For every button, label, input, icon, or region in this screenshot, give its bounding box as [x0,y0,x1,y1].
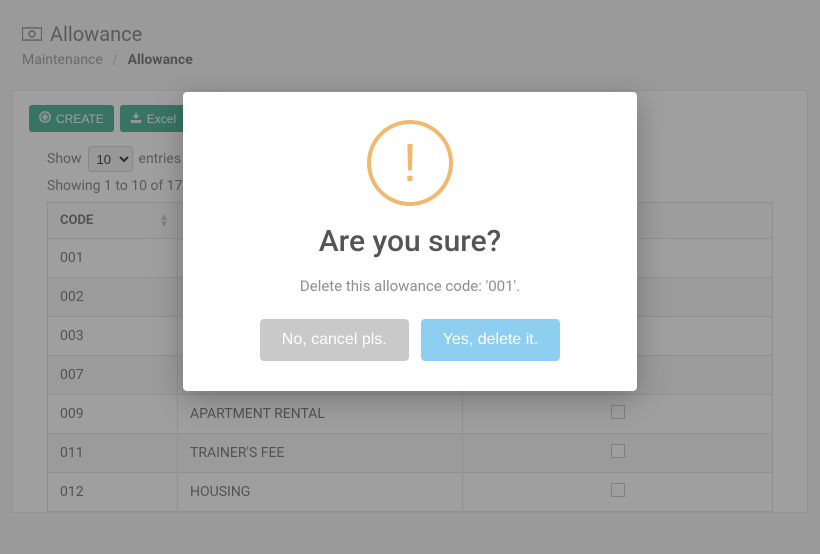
warning-icon: ! [367,120,453,206]
modal-overlay[interactable]: ! Are you sure? Delete this allowance co… [0,0,820,554]
modal-message: Delete this allowance code: '001'. [211,277,609,295]
confirm-button[interactable]: Yes, delete it. [421,319,560,361]
modal-title: Are you sure? [211,224,609,259]
cancel-button[interactable]: No, cancel pls. [260,319,409,361]
confirm-dialog: ! Are you sure? Delete this allowance co… [183,92,637,391]
